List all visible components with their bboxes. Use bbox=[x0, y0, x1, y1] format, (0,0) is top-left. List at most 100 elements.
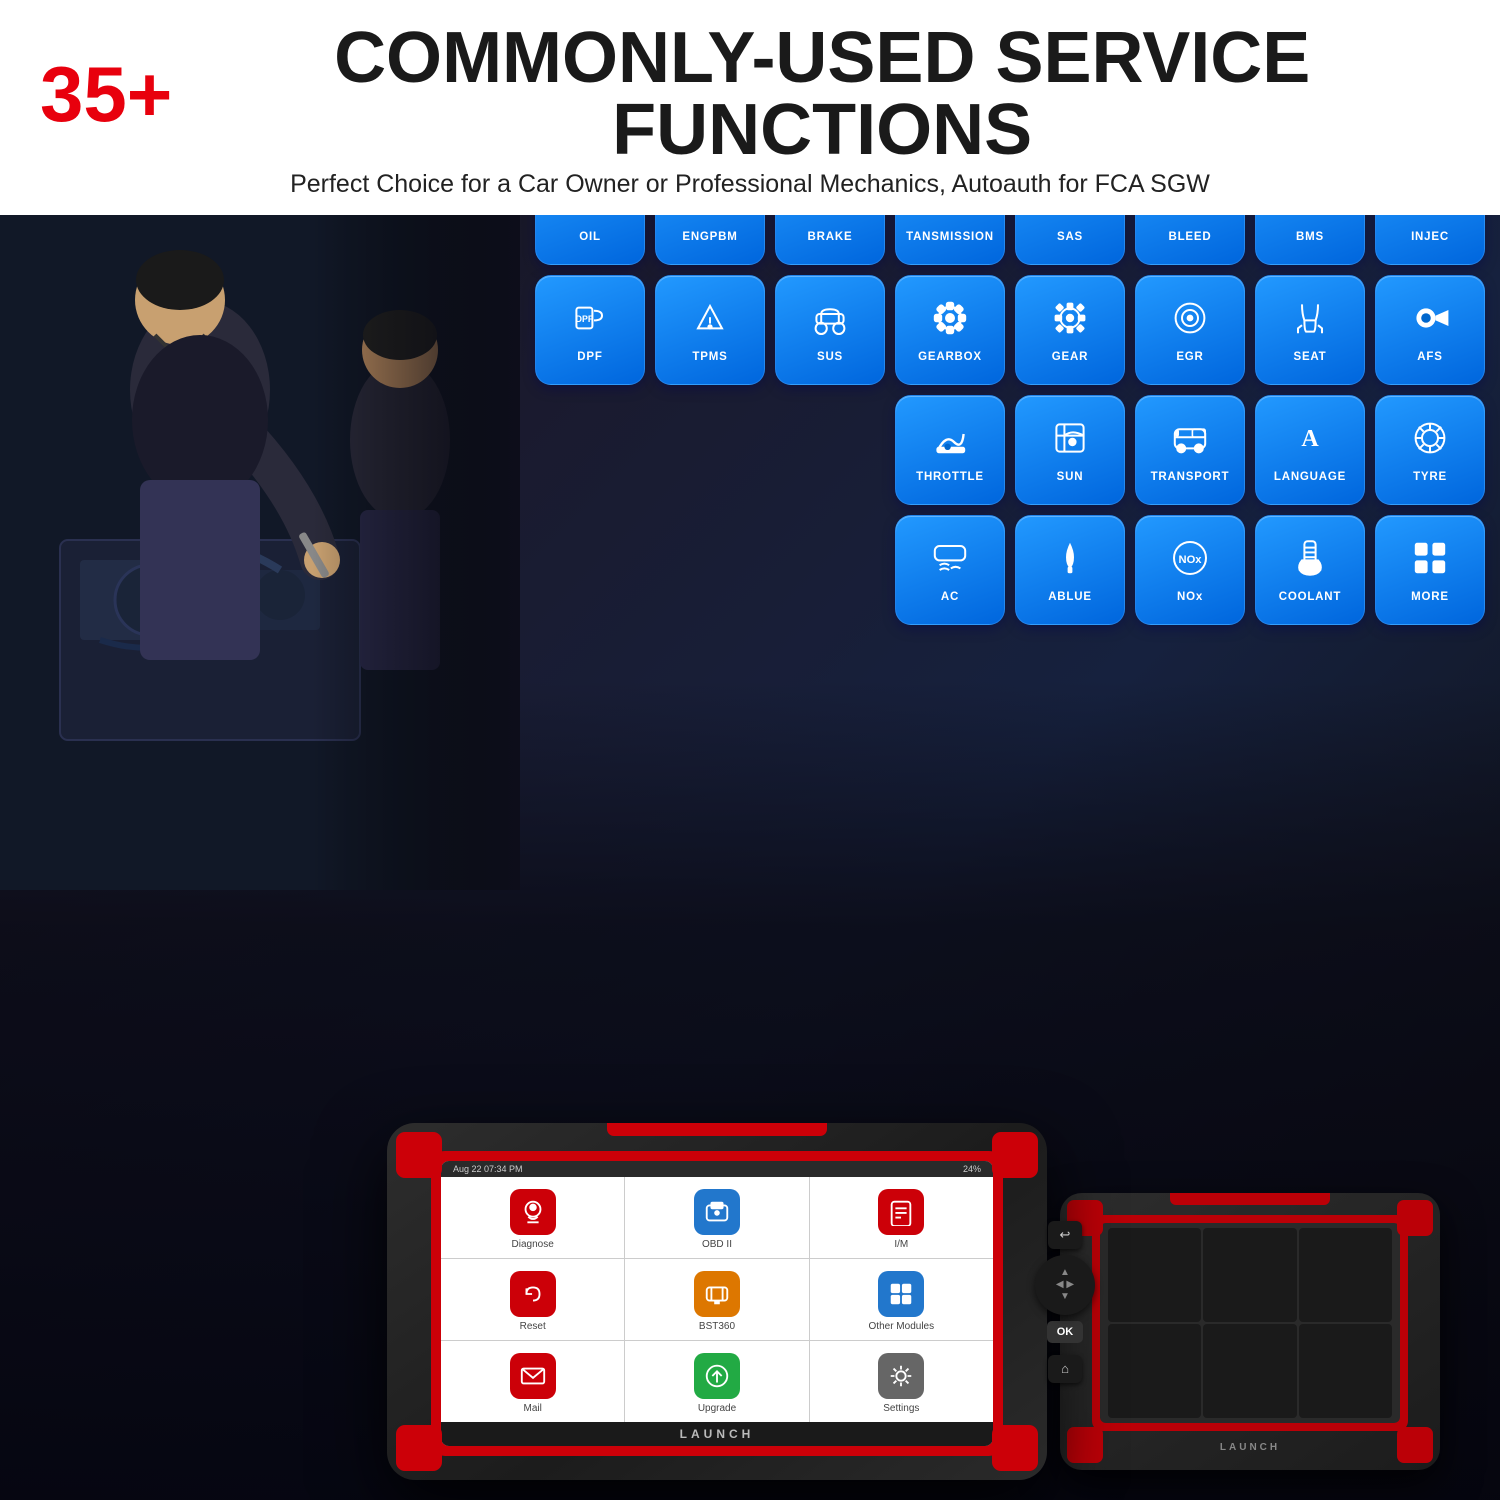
page-container: 35+ COMMONLY-USED SERVICE FUNCTIONS Perf… bbox=[0, 0, 1500, 1500]
headline-title: COMMONLY-USED SERVICE FUNCTIONS bbox=[184, 22, 1460, 166]
service-tile-throttle[interactable]: THROTTLE bbox=[895, 395, 1005, 505]
app-icon-mail bbox=[510, 1353, 556, 1399]
app-cell-bst360[interactable]: BST360 bbox=[625, 1259, 808, 1340]
device-corner-bl bbox=[396, 1425, 442, 1471]
afs-icon bbox=[1410, 298, 1450, 345]
app-icon-settings bbox=[878, 1353, 924, 1399]
status-date: Aug 22 07:34 PM bbox=[453, 1164, 523, 1174]
coolant-icon bbox=[1290, 538, 1330, 585]
service-tile-egr[interactable]: EGR bbox=[1135, 275, 1245, 385]
gear-icon bbox=[1050, 298, 1090, 345]
app-cell-other-modules[interactable]: Other Modules bbox=[810, 1259, 993, 1340]
service-tile-label-bms: BMS bbox=[1296, 231, 1324, 243]
throttle-icon bbox=[930, 418, 970, 465]
ablue-icon bbox=[1050, 538, 1090, 585]
dpad[interactable]: ▲◀ ▶▼ bbox=[1035, 1255, 1095, 1315]
service-tile-tpms[interactable]: TPMS bbox=[655, 275, 765, 385]
status-battery: 24% bbox=[963, 1164, 981, 1174]
transport-icon bbox=[1170, 418, 1210, 465]
svg-text:A: A bbox=[1301, 426, 1319, 452]
service-tile-label-bleed: BLEED bbox=[1169, 231, 1212, 243]
service-tile-dpf[interactable]: DPF DPF bbox=[535, 275, 645, 385]
worker-background bbox=[0, 140, 520, 890]
service-tile-label-coolant: COOLANT bbox=[1279, 591, 1341, 603]
ac-icon bbox=[930, 538, 970, 585]
service-tile-label-egr: EGR bbox=[1176, 351, 1203, 363]
service-tile-tyre[interactable]: TYRE bbox=[1375, 395, 1485, 505]
service-tile-sun[interactable]: SUN bbox=[1015, 395, 1125, 505]
device-secondary: LAUNCH bbox=[1060, 1193, 1440, 1470]
home-button[interactable]: ⌂ bbox=[1048, 1355, 1082, 1383]
service-row-4: AC ABLUE NOxNOx COOLANT MORE bbox=[495, 515, 1485, 625]
service-tile-coolant[interactable]: COOLANT bbox=[1255, 515, 1365, 625]
service-tile-label-nox: NOx bbox=[1177, 591, 1203, 603]
sus-icon bbox=[810, 298, 850, 345]
service-tile-seat[interactable]: SEAT bbox=[1255, 275, 1365, 385]
app-icon-diagnose bbox=[510, 1189, 556, 1235]
service-tile-language[interactable]: A LANGUAGE bbox=[1255, 395, 1365, 505]
app-cell-reset[interactable]: Reset bbox=[441, 1259, 624, 1340]
service-tile-label-tpms: TPMS bbox=[692, 351, 727, 363]
service-tile-label-sus: SUS bbox=[817, 351, 843, 363]
headline-highlight: 35+ bbox=[40, 55, 172, 133]
service-tile-label-tyre: TYRE bbox=[1413, 471, 1447, 483]
title-line: 35+ COMMONLY-USED SERVICE FUNCTIONS bbox=[40, 22, 1460, 166]
seat-icon bbox=[1290, 298, 1330, 345]
service-tile-label-gearbox: GEARBOX bbox=[918, 351, 982, 363]
service-tile-label-oil: OIL bbox=[579, 231, 601, 243]
service-tile-label-tansmission: TANSMISSION bbox=[906, 231, 994, 243]
service-tile-label-sun: SUN bbox=[1057, 471, 1084, 483]
device-corner-br bbox=[992, 1425, 1038, 1471]
app-cell-upgrade[interactable]: Upgrade bbox=[625, 1341, 808, 1422]
device-screen: Aug 22 07:34 PM 24% Diagnose OBD II I/M Res… bbox=[441, 1161, 993, 1446]
screen-frame: Aug 22 07:34 PM 24% Diagnose OBD II I/M Res… bbox=[431, 1151, 1003, 1456]
tpms-icon bbox=[690, 298, 730, 345]
service-tile-afs[interactable]: AFS bbox=[1375, 275, 1485, 385]
service-tile-label-afs: AFS bbox=[1417, 351, 1442, 363]
service-tile-label-language: LANGUAGE bbox=[1274, 471, 1346, 483]
app-label-obd-ii: OBD II bbox=[702, 1239, 732, 1250]
service-tile-nox[interactable]: NOxNOx bbox=[1135, 515, 1245, 625]
service-tile-label-engpbm: ENGPBM bbox=[682, 231, 737, 243]
app-label-bst360: BST360 bbox=[699, 1321, 735, 1332]
service-tile-label-gear: GEAR bbox=[1052, 351, 1088, 363]
service-tile-label-more: MORE bbox=[1411, 591, 1449, 603]
service-tile-sus[interactable]: SUS bbox=[775, 275, 885, 385]
device-corner-tl bbox=[396, 1132, 442, 1178]
app-label-other-modules: Other Modules bbox=[869, 1321, 935, 1332]
app-icon-other-modules bbox=[878, 1271, 924, 1317]
device-corner-tr bbox=[992, 1132, 1038, 1178]
app-cell-i/m[interactable]: I/M bbox=[810, 1177, 993, 1258]
service-tile-label-throttle: THROTTLE bbox=[916, 471, 984, 483]
service-row-2: DPF DPF TPMS SUS GEARBOX GEAR EGR SEAT AFS bbox=[495, 275, 1485, 385]
service-tile-ablue[interactable]: ABLUE bbox=[1015, 515, 1125, 625]
egr-icon bbox=[1170, 298, 1210, 345]
service-tile-gearbox[interactable]: GEARBOX bbox=[895, 275, 1005, 385]
app-cell-mail[interactable]: Mail bbox=[441, 1341, 624, 1422]
device-brand-label: LAUNCH bbox=[441, 1422, 993, 1446]
app-icon-i/m bbox=[878, 1189, 924, 1235]
service-tile-label-ac: AC bbox=[941, 591, 959, 603]
nav-controls: ↩ ▲◀ ▶▼ OK ⌂ bbox=[1035, 1221, 1095, 1383]
service-tile-more[interactable]: MORE bbox=[1375, 515, 1485, 625]
tyre-icon bbox=[1410, 418, 1450, 465]
service-functions-grid: OILENGPBMBRAKETANSMISSIONSASABSBLEED+ −B… bbox=[495, 155, 1485, 635]
language-icon: A bbox=[1290, 418, 1330, 465]
service-tile-label-brake: BRAKE bbox=[808, 231, 853, 243]
service-tile-ac[interactable]: AC bbox=[895, 515, 1005, 625]
gearbox-icon bbox=[930, 298, 970, 345]
app-label-settings: Settings bbox=[883, 1403, 919, 1414]
back-button[interactable]: ↩ bbox=[1048, 1221, 1082, 1249]
service-row-3: THROTTLE SUN TRANSPORT A LANGUAGE TYRE bbox=[495, 395, 1485, 505]
service-tile-gear[interactable]: GEAR bbox=[1015, 275, 1125, 385]
service-tile-label-dpf: DPF bbox=[577, 351, 602, 363]
app-cell-settings[interactable]: Settings bbox=[810, 1341, 993, 1422]
service-tile-label-transport: TRANSPORT bbox=[1151, 471, 1230, 483]
app-cell-obd-ii[interactable]: OBD II bbox=[625, 1177, 808, 1258]
service-tile-label-ablue: ABLUE bbox=[1048, 591, 1092, 603]
app-cell-diagnose[interactable]: Diagnose bbox=[441, 1177, 624, 1258]
more-icon bbox=[1410, 538, 1450, 585]
svg-text:DPF: DPF bbox=[576, 314, 594, 324]
ok-button[interactable]: OK bbox=[1047, 1321, 1084, 1343]
service-tile-transport[interactable]: TRANSPORT bbox=[1135, 395, 1245, 505]
